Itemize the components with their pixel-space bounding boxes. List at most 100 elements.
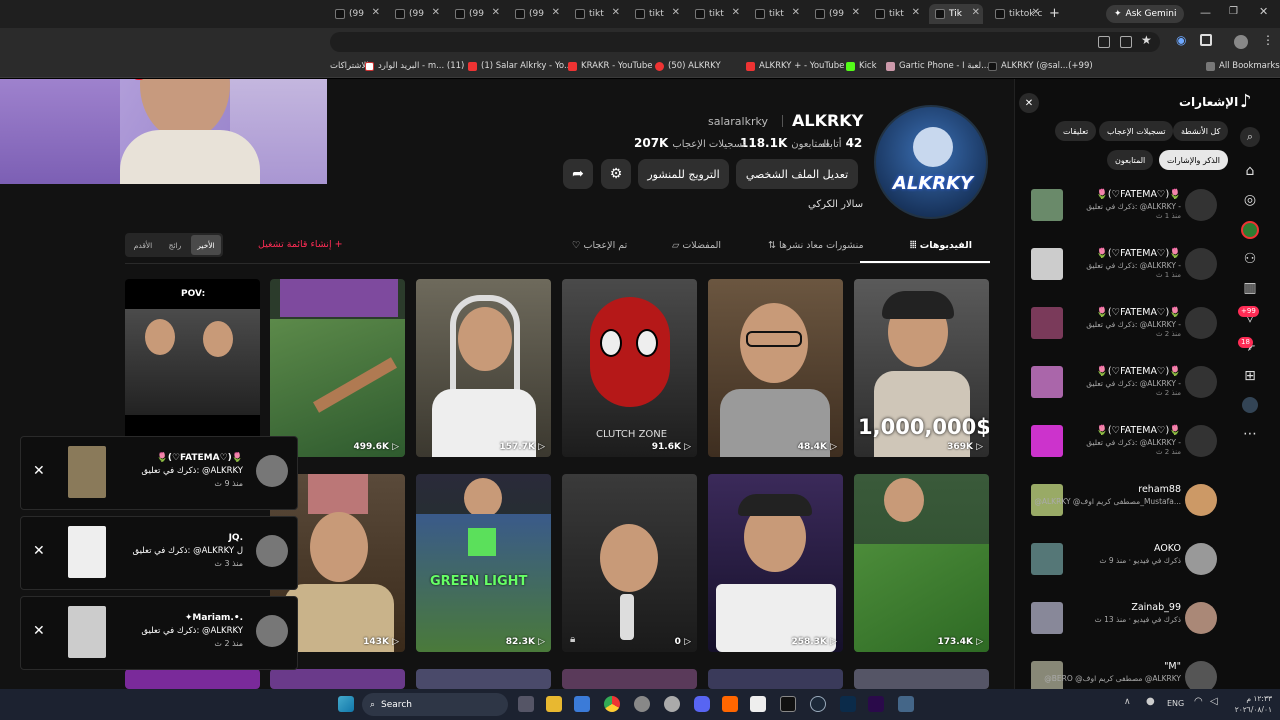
sort-popular[interactable]: رائج [160,235,190,255]
bookmark-item[interactable]: KRAKR - YouTube [568,61,652,71]
notification-user[interactable]: 🌷(♡FATEMA♡)🌷 [1096,366,1181,377]
close-tab-icon[interactable]: ✕ [432,7,440,18]
address-bar[interactable] [330,32,1160,52]
video-card[interactable]: CLUTCH ZONE 91.6K ▷ [562,279,697,457]
video-card[interactable]: 157.7K ▷ [416,279,551,457]
tray-chevron-icon[interactable]: ∧ [1124,697,1131,707]
video-card[interactable]: GREEN LIGHT 82.3K ▷ [416,474,551,652]
tab-favorites[interactable]: ▱ المفضلات [672,240,721,251]
more-icon[interactable]: ⋯ [1240,424,1260,444]
browser-tab[interactable]: tikt ✕ [749,4,803,24]
close-tab-icon[interactable]: ✕ [792,7,800,18]
browser-tab[interactable]: (99 ✕ [809,4,863,24]
browser-tab[interactable]: tikt ✕ [569,4,623,24]
video-card[interactable] [562,669,697,689]
bookmark-item[interactable]: Gartic Phone - لعبة ا... [886,61,989,71]
notification-user[interactable]: Zainab_99 [1131,602,1181,613]
video-card[interactable]: 173.4K ▷ [854,474,989,652]
close-window-button[interactable]: ✕ [1259,5,1268,18]
studio-icon[interactable]: ▥ [1240,278,1260,298]
avatar[interactable] [1185,543,1217,575]
video-card[interactable]: POV: [125,279,260,457]
ask-gemini-button[interactable]: ✦ Ask Gemini [1106,5,1185,23]
notification-thumbnail[interactable] [1031,189,1063,221]
notification-user[interactable]: 🌷(♡FATEMA♡)🌷 [1096,307,1181,318]
avatar[interactable] [1185,307,1217,339]
more-menu-icon[interactable]: ⋮ [1262,33,1274,47]
tab-liked[interactable]: ♡ تم الإعجاب [572,240,627,251]
share-icon[interactable]: ➦ [563,159,593,189]
profile-avatar-large[interactable]: ALKRKY [874,105,988,219]
close-tab-icon[interactable]: ✕ [852,7,860,18]
upload-icon[interactable]: ⊞ [1240,366,1260,386]
browser-tab[interactable]: Tik ✕ [929,4,983,24]
video-card[interactable] [125,669,260,689]
bookmark-item[interactable]: الاشتراكات [330,61,369,71]
steam-icon[interactable] [810,696,826,712]
close-tab-icon[interactable]: ✕ [912,7,920,18]
filter-comments[interactable]: تعليقات [1055,121,1097,141]
notification-thumbnail[interactable] [1031,366,1063,398]
notification-user[interactable]: AOKO [1154,543,1181,554]
filter-followers[interactable]: المتابعون [1107,150,1154,170]
video-card[interactable]: 🔒︎ 0 ▷ [562,474,697,652]
notification-thumbnail[interactable] [1031,248,1063,280]
filter-likes[interactable]: تسجيلات الإعجاب [1099,121,1174,141]
close-toast-icon[interactable]: ✕ [33,623,45,639]
followers-stat[interactable]: المتابعون 118.1K [740,136,829,150]
sort-oldest[interactable]: الأقدم [127,235,159,255]
extensions-puzzle-icon[interactable] [1200,34,1212,46]
capcut-icon[interactable] [780,696,796,712]
discord-icon[interactable] [694,696,710,712]
settings-icon[interactable] [664,696,680,712]
settings-gear-icon[interactable]: ⚙ [601,159,631,189]
video-card[interactable]: 48.4K ▷ [708,279,843,457]
close-tab-icon[interactable]: ✕ [372,7,380,18]
avatar[interactable] [1185,602,1217,634]
notification-user[interactable]: "M" [1164,661,1181,672]
chrome-icon[interactable] [604,696,620,712]
bookmark-item[interactable]: (50) ALKRKY [655,61,721,71]
video-card[interactable] [416,669,551,689]
task-view-icon[interactable] [518,696,534,712]
new-tab-button[interactable]: + [1049,6,1060,21]
close-tab-icon[interactable]: ✕ [972,7,980,18]
tab-reposts[interactable]: ⇅ منشورات معاد نشرها [768,240,864,251]
notification-user[interactable]: 🌷(♡FATEMA♡)🌷 [1096,248,1181,259]
file-explorer-icon[interactable] [546,696,562,712]
avatar[interactable] [1185,366,1217,398]
close-toast-icon[interactable]: ✕ [33,543,45,559]
browser-tab[interactable]: (99 ✕ [329,4,383,24]
close-toast-icon[interactable]: ✕ [33,463,45,479]
bookmark-item[interactable]: البريد الوارد - m... (11) [365,61,464,71]
avatar[interactable] [1185,189,1217,221]
notification-toast[interactable]: ✕ 🌷(♡FATEMA♡)🌷 ذكرك في تعليق: @ALKRKY منذ 9… [20,436,298,510]
premiere-icon[interactable] [868,696,884,712]
create-playlist-button[interactable]: إنشاء قائمة تشغيل + [258,239,343,250]
browser-tab[interactable]: (99 ✕ [509,4,563,24]
notification-item[interactable]: AOKO ذكرك في فيديو · منذ 9 ث [1015,537,1280,595]
minimize-button[interactable]: — [1200,6,1211,19]
photoshop-icon[interactable] [840,696,856,712]
notification-user[interactable]: 🌷(♡FATEMA♡)🌷 [1096,425,1181,436]
app-icon[interactable] [898,696,914,712]
likes-stat[interactable]: 207K تسجيلات الإعجاب [634,136,745,150]
mic-icon[interactable]: ● [1146,696,1155,707]
search-icon[interactable]: ⌕ [1240,127,1260,147]
video-card[interactable] [270,669,405,689]
app-icon[interactable] [750,696,766,712]
store-icon[interactable] [574,696,590,712]
brave-icon[interactable] [722,696,738,712]
following-icon[interactable]: ⚇ [1240,249,1260,269]
close-tab-icon[interactable]: ✕ [1032,7,1040,18]
close-tab-icon[interactable]: ✕ [552,7,560,18]
browser-tab[interactable]: tikt ✕ [689,4,743,24]
notification-toast[interactable]: ✕ JQ. ذكرك في تعليق: @ALKRKY ل منذ 3 ث [20,516,298,590]
profile-icon[interactable] [1240,395,1260,415]
edit-profile-button[interactable]: تعديل الملف الشخصي [736,159,858,189]
browser-tab[interactable]: (99 ✕ [389,4,443,24]
extension-icon[interactable]: ◉ [1176,33,1186,47]
sort-latest[interactable]: الأخير [191,235,221,255]
notification-item[interactable]: Zainab_99 ذكرك في فيديو · منذ 13 ث [1015,596,1280,654]
notification-user[interactable]: 🌷(♡FATEMA♡)🌷 [1096,189,1181,200]
